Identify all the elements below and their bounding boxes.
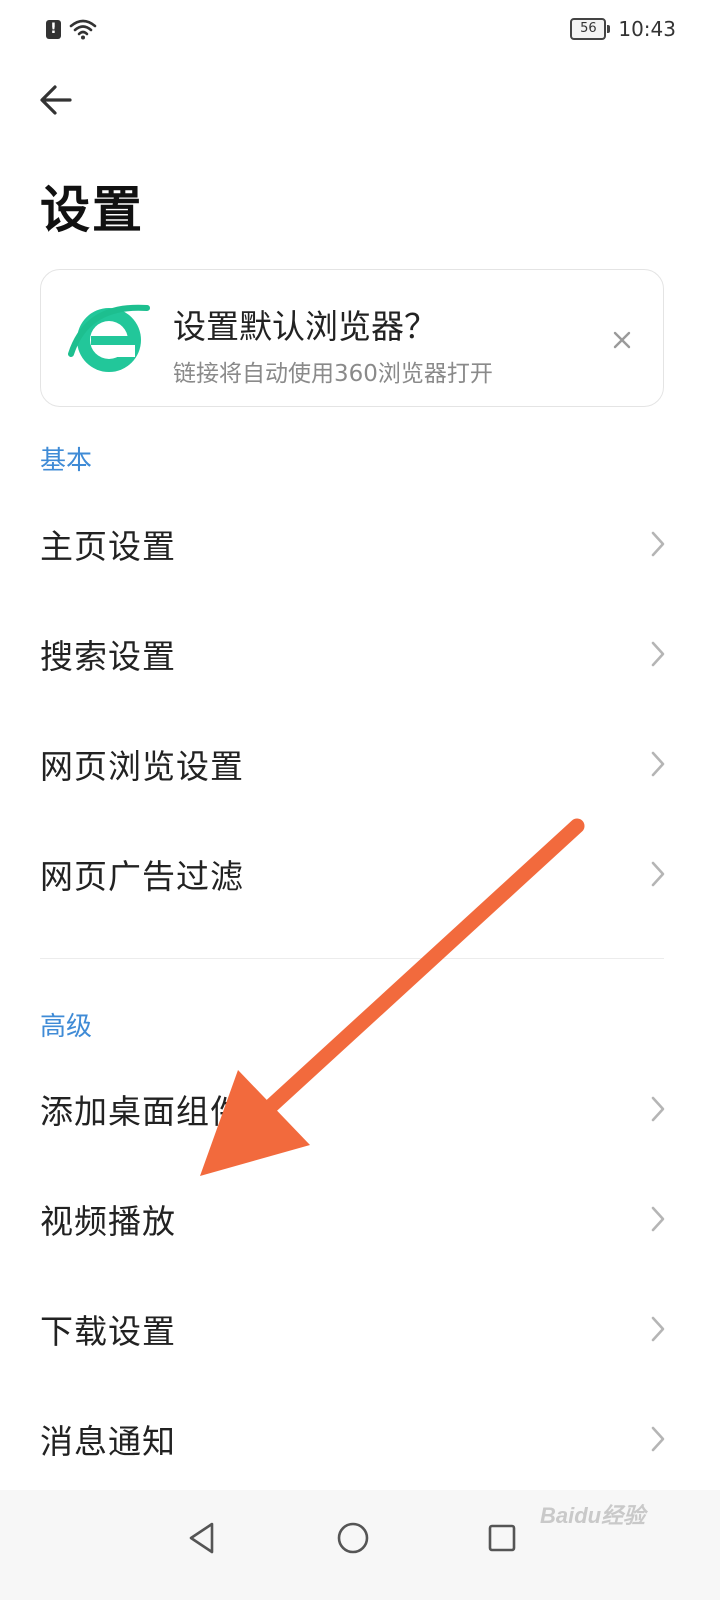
status-icons-left: ! <box>46 18 97 40</box>
settings-item-adblock[interactable]: 网页广告过滤 <box>0 819 720 929</box>
default-browser-card[interactable]: 设置默认浏览器？ 链接将自动使用360浏览器打开 <box>40 269 664 407</box>
status-bar: ! 56 10:43 <box>0 0 720 62</box>
battery-level: 56 <box>570 18 607 40</box>
settings-item-homepage[interactable]: 主页设置 <box>0 489 720 599</box>
status-icons-right: 56 10:43 <box>570 17 676 41</box>
back-button[interactable] <box>36 80 76 120</box>
section-header-basic: 基本 <box>40 446 93 476</box>
card-title: 设置默认浏览器？ <box>173 307 437 346</box>
section-header-advanced: 高级 <box>40 1012 93 1042</box>
back-triangle-icon <box>189 1522 214 1554</box>
close-button[interactable] <box>607 325 637 355</box>
chevron-right-icon <box>651 1316 665 1342</box>
chevron-right-icon <box>651 861 665 887</box>
chevron-right-icon <box>651 1206 665 1232</box>
settings-item-video-playback[interactable]: 视频播放 <box>0 1164 720 1274</box>
settings-item-label: 消息通知 <box>40 1422 176 1461</box>
chevron-right-icon <box>651 531 665 557</box>
settings-item-search[interactable]: 搜索设置 <box>0 599 720 709</box>
recents-square-icon <box>488 1524 516 1552</box>
section-divider <box>40 958 664 959</box>
arrow-left-icon <box>40 85 72 115</box>
settings-item-downloads[interactable]: 下载设置 <box>0 1274 720 1384</box>
home-circle-icon <box>337 1522 369 1554</box>
battery-icon: 56 <box>570 18 611 40</box>
watermark: Baidu经验 <box>540 1503 646 1528</box>
settings-item-desktop-widget[interactable]: 添加桌面组件 <box>0 1054 720 1164</box>
settings-item-notifications[interactable]: 消息通知 <box>0 1384 720 1494</box>
chevron-right-icon <box>651 751 665 777</box>
settings-item-label: 搜索设置 <box>40 637 176 676</box>
nav-recents-button[interactable] <box>472 1508 532 1568</box>
settings-item-label: 主页设置 <box>40 527 176 566</box>
settings-item-label: 下载设置 <box>40 1312 176 1351</box>
clock: 10:43 <box>618 17 676 41</box>
360-browser-logo <box>68 304 150 372</box>
wifi-icon <box>69 19 97 40</box>
close-icon <box>613 331 631 349</box>
nav-home-button[interactable] <box>323 1508 383 1568</box>
settings-item-label: 网页广告过滤 <box>40 857 244 896</box>
chevron-right-icon <box>651 641 665 667</box>
nav-back-button[interactable] <box>172 1508 232 1568</box>
settings-item-browsing[interactable]: 网页浏览设置 <box>0 709 720 819</box>
settings-item-label: 网页浏览设置 <box>40 747 244 786</box>
chevron-right-icon <box>651 1096 665 1122</box>
chevron-right-icon <box>651 1426 665 1452</box>
settings-item-label: 添加桌面组件 <box>40 1092 244 1131</box>
card-subtitle: 链接将自动使用360浏览器打开 <box>173 361 493 387</box>
alert-icon: ! <box>46 19 61 39</box>
settings-item-label: 视频播放 <box>40 1202 176 1241</box>
page-title: 设置 <box>40 181 144 239</box>
